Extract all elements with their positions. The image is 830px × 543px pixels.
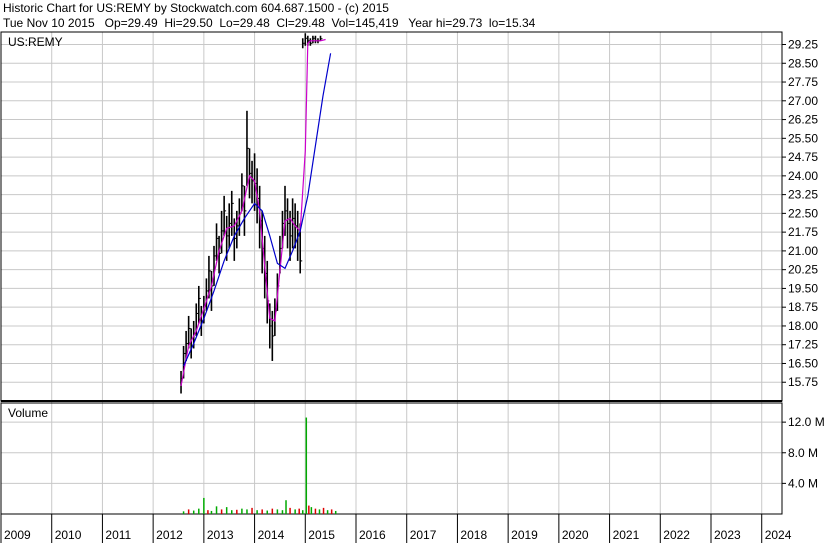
price-tick-label: 27.75 bbox=[788, 75, 818, 89]
year-tick-label: 2022 bbox=[663, 528, 690, 542]
price-tick-label: 20.25 bbox=[788, 263, 818, 277]
price-tick-label: 23.25 bbox=[788, 188, 818, 202]
price-tick-label: 19.50 bbox=[788, 281, 818, 295]
price-tick-label: 25.50 bbox=[788, 131, 818, 145]
price-panel-label: US:REMY bbox=[8, 35, 63, 49]
year-tick-label: 2017 bbox=[410, 528, 437, 542]
year-tick-label: 2013 bbox=[207, 528, 234, 542]
price-panel-frame bbox=[0, 31, 783, 402]
year-tick-label: 2009 bbox=[4, 528, 31, 542]
price-tick-label: 17.25 bbox=[788, 338, 818, 352]
x-axis: 2009 2010 2011 2012 2013 2014 2015 2016 2017 2018… bbox=[0, 514, 792, 543]
year-tick-label: 2014 bbox=[258, 528, 285, 542]
price-tick-label: 15.75 bbox=[788, 375, 818, 389]
year-tick-label: 2015 bbox=[308, 528, 335, 542]
year-tick-label: 2019 bbox=[511, 528, 538, 542]
price-tick-label: 29.25 bbox=[788, 38, 818, 52]
grid bbox=[0, 32, 782, 514]
price-tick-label: 24.75 bbox=[788, 150, 818, 164]
year-tick-label: 2018 bbox=[460, 528, 487, 542]
price-tick-label: 21.75 bbox=[788, 225, 818, 239]
price-tick-label: 18.00 bbox=[788, 319, 818, 333]
price-tick-label: 16.50 bbox=[788, 356, 818, 370]
volume-tick-label: 8.0 M bbox=[788, 446, 818, 460]
price-tick-label: 18.75 bbox=[788, 300, 818, 314]
year-tick-label: 2020 bbox=[562, 528, 589, 542]
year-tick-label: 2010 bbox=[55, 528, 82, 542]
year-tick-label: 2023 bbox=[714, 528, 741, 542]
volume-tick-label: 4.0 M bbox=[788, 476, 818, 490]
year-tick-label: 2024 bbox=[765, 528, 792, 542]
stock-chart: US:REMY Volume 15.75 16.50 17.25 18.00 18.75… bbox=[0, 31, 825, 543]
year-tick-label: 2021 bbox=[613, 528, 640, 542]
volume-y-axis: 4.0 M 8.0 M 12.0 M bbox=[782, 415, 825, 490]
price-y-axis: 15.75 16.50 17.25 18.00 18.75 19.50 20.25 21.00… bbox=[782, 38, 818, 389]
price-tick-label: 24.00 bbox=[788, 169, 818, 183]
price-tick-label: 22.50 bbox=[788, 206, 818, 220]
year-tick-label: 2011 bbox=[105, 528, 131, 542]
volume-panel-label: Volume bbox=[8, 406, 48, 420]
price-tick-label: 28.50 bbox=[788, 56, 818, 70]
year-tick-label: 2016 bbox=[359, 528, 386, 542]
price-tick-label: 26.25 bbox=[788, 113, 818, 127]
volume-tick-label: 12.0 M bbox=[788, 415, 825, 429]
volume-bars bbox=[182, 417, 337, 514]
price-tick-label: 27.00 bbox=[788, 94, 818, 108]
price-tick-label: 21.00 bbox=[788, 244, 818, 258]
volume-panel-frame bbox=[0, 402, 783, 515]
year-tick-label: 2012 bbox=[156, 528, 183, 542]
